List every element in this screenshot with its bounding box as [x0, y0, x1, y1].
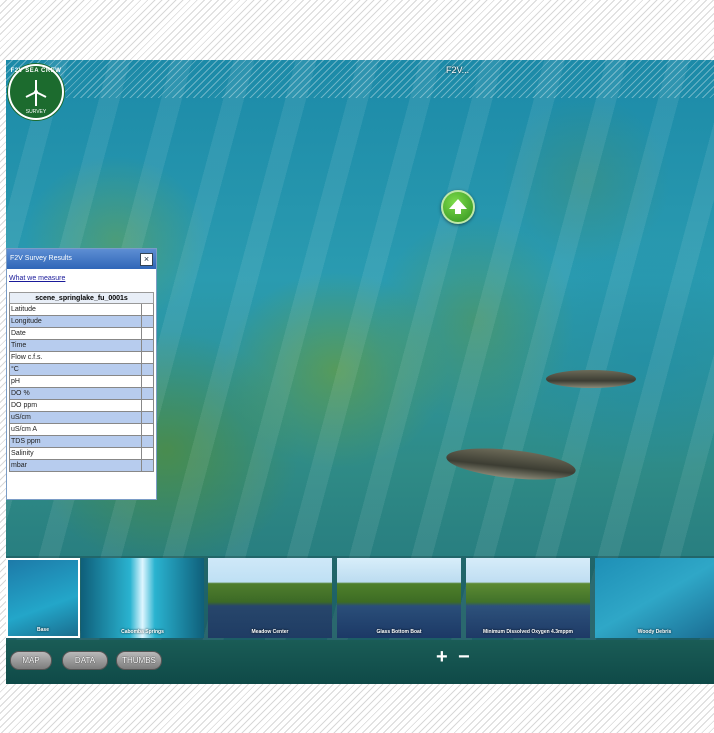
viewer-title: F2V...: [446, 65, 470, 75]
scene-name-header: scene_springlake_fu_0001s: [9, 292, 154, 304]
row-label: Flow c.f.s.: [9, 351, 142, 364]
data-button[interactable]: DATA: [62, 651, 108, 670]
thumbnail-minimum-dissolved-oxygen[interactable]: Minimum Dissolved Oxygen 4.3mppm: [466, 558, 590, 638]
thumbnail-label: Cabomba Springs: [121, 629, 164, 635]
row-value: [141, 375, 154, 388]
survey-table: scene_springlake_fu_0001s Latitude Longi…: [9, 292, 154, 472]
row-label: DO ppm: [9, 399, 142, 412]
row-value: [141, 423, 154, 436]
thumbnail-label: Meadow Center: [251, 629, 289, 635]
row-label: Latitude: [9, 303, 142, 316]
top-overlay: [6, 60, 714, 98]
table-row: uS/cm A: [9, 423, 154, 436]
zoom-out-button[interactable]: −: [458, 647, 470, 667]
row-value: [141, 387, 154, 400]
survey-results-panel: F2V Survey Results × What we measure sce…: [6, 248, 157, 500]
row-value: [141, 339, 154, 352]
map-button[interactable]: MAP: [10, 651, 52, 670]
thumbnail-label: Base: [37, 627, 49, 633]
table-row: DO ppm: [9, 399, 154, 412]
row-value: [141, 327, 154, 340]
what-we-measure-link[interactable]: What we measure: [9, 275, 156, 289]
row-label: mbar: [9, 459, 142, 472]
thumbnail-strip: Base Cabomba Springs Meadow Center Glass…: [6, 556, 714, 640]
table-row: uS/cm: [9, 411, 154, 424]
row-value: [141, 303, 154, 316]
table-row: Longitude: [9, 315, 154, 328]
row-value: [141, 435, 154, 448]
bottom-toolbar: MAP DATA THUMBS + −: [6, 640, 714, 684]
row-label: uS/cm: [9, 411, 142, 424]
row-label: uS/cm A: [9, 423, 142, 436]
table-row: Salinity: [9, 447, 154, 460]
row-label: Longitude: [9, 315, 142, 328]
row-value: [141, 315, 154, 328]
table-row: pH: [9, 375, 154, 388]
thumbnail-label: Glass Bottom Boat: [376, 629, 422, 635]
panel-header: F2V Survey Results ×: [7, 249, 156, 269]
thumbnail-base[interactable]: Base: [6, 558, 80, 638]
row-label: Salinity: [9, 447, 142, 460]
row-label: °C: [9, 363, 142, 376]
table-row: TDS ppm: [9, 435, 154, 448]
thumbnail-glass-bottom-boat[interactable]: Glass Bottom Boat: [337, 558, 461, 638]
zoom-in-button[interactable]: +: [436, 647, 448, 667]
logo: F2V SEA CREW SURVEY: [8, 64, 64, 120]
up-arrow-icon: [449, 199, 467, 214]
logo-text-bottom: SURVEY: [25, 109, 47, 115]
table-row: Date: [9, 327, 154, 340]
table-row: Latitude: [9, 303, 154, 316]
row-label: DO %: [9, 387, 142, 400]
navigation-arrow-button[interactable]: [441, 190, 475, 224]
row-value: [141, 399, 154, 412]
table-row: Flow c.f.s.: [9, 351, 154, 364]
fish: [546, 370, 636, 388]
wind-turbine-icon: [25, 80, 47, 106]
logo-text-top: F2V SEA CREW: [10, 68, 62, 74]
row-value: [141, 447, 154, 460]
row-label: TDS ppm: [9, 435, 142, 448]
row-label: pH: [9, 375, 142, 388]
table-row: Time: [9, 339, 154, 352]
thumbnail-label: Woody Debris: [637, 629, 672, 635]
row-label: Time: [9, 339, 142, 352]
row-value: [141, 351, 154, 364]
thumbs-button[interactable]: THUMBS: [116, 651, 162, 670]
row-value: [141, 411, 154, 424]
panel-title: F2V Survey Results: [10, 255, 72, 262]
close-button[interactable]: ×: [140, 253, 153, 266]
row-label: Date: [9, 327, 142, 340]
thumbnail-cabomba-springs[interactable]: Cabomba Springs: [81, 558, 204, 638]
table-row: mbar: [9, 459, 154, 472]
table-row: DO %: [9, 387, 154, 400]
row-value: [141, 459, 154, 472]
thumbnail-label: Minimum Dissolved Oxygen 4.3mppm: [482, 629, 574, 635]
row-value: [141, 363, 154, 376]
table-row: °C: [9, 363, 154, 376]
thumbnail-woody-debris[interactable]: Woody Debris: [595, 558, 714, 638]
thumbnail-meadow-center[interactable]: Meadow Center: [208, 558, 332, 638]
